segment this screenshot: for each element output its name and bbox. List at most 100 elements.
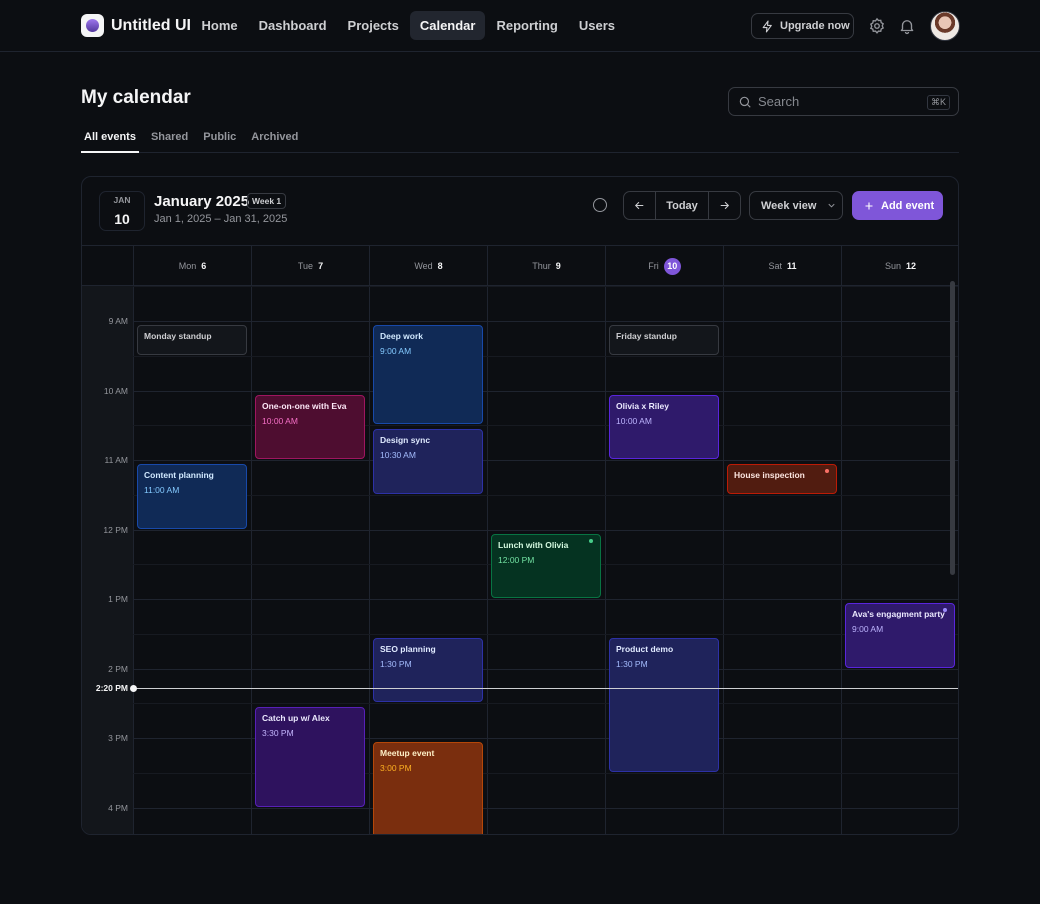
day-header-fri[interactable]: Fri 10 [605,246,723,286]
nav-link-reporting[interactable]: Reporting [487,11,567,40]
add-event-label: Add event [881,199,935,212]
search-input[interactable]: Search ⌘K [728,87,959,116]
event-time: 12:00 PM [498,554,535,565]
nav-link-calendar[interactable]: Calendar [410,11,485,40]
tab-shared[interactable]: Shared [148,124,191,153]
event-time: 1:30 PM [616,658,648,669]
nav-link-home[interactable]: Home [192,11,247,40]
calendar-event[interactable]: House inspection [727,464,837,494]
tab-public[interactable]: Public [200,124,239,153]
day-name: Thur [532,261,551,271]
event-title: Product demo [616,643,674,654]
nav-link-projects[interactable]: Projects [338,11,408,40]
event-time: 3:30 PM [262,728,294,739]
day-header-sun[interactable]: Sun 12 [841,246,958,286]
plus-icon [865,202,873,209]
calendar-event[interactable]: Design sync 10:30 AM [373,429,483,494]
top-nav: Untitled UI Home Dashboard Projects Calenda… [0,0,1040,52]
notification-bell-icon[interactable] [898,17,916,35]
event-title: Deep work [380,331,423,341]
current-time-line [133,688,958,689]
calendar-event[interactable]: Lunch with Olivia 12:00 PM [491,533,601,598]
calendar-event[interactable]: SEO planning 1:30 PM [373,637,483,703]
time-label: 2 PM [108,663,128,674]
time-label: 4 PM [108,802,128,813]
page-title: My calendar [81,87,191,108]
grid-row-divider [133,807,958,809]
day-header-row: Mon 6 Tue 7 Wed 8 Thur 9 Fri 10 Sat 11 Sun 12 [82,245,958,286]
settings-gear-icon[interactable] [868,17,886,35]
grid-column-divider [487,286,488,834]
week-badge: Week 1 [247,193,287,209]
date-range: Jan 1, 2025 – Jan 31, 2025 [154,213,288,225]
day-number: 8 [437,261,443,271]
day-header-sat[interactable]: Sat 11 [723,246,841,286]
day-number: 9 [555,261,561,271]
current-time-label: 2:20 PM [95,683,128,693]
grid-row-divider [133,599,958,600]
week-view-dropdown[interactable]: Week view [749,191,843,220]
day-header-wed[interactable]: Wed 8 [369,246,487,286]
day-name: Fri [648,261,659,271]
calendar-event[interactable]: Monday standup [137,325,247,355]
day-header-tue[interactable]: Tue 7 [251,246,369,286]
grid-row-divider [133,355,958,357]
event-title: Meetup event [380,748,435,758]
event-status-dot [589,538,593,543]
day-number: 11 [787,261,797,271]
day-number: 10 [663,257,681,275]
tab-all-events[interactable]: All events [81,124,139,153]
arrow-left-icon [634,201,644,210]
circle-icon[interactable] [593,198,607,212]
calendar-event[interactable]: Catch up w/ Alex 3:30 PM [255,707,365,807]
day-header-mon[interactable]: Mon 6 [133,246,251,286]
prev-week-button[interactable] [624,192,655,219]
calendar-event[interactable]: Olivia x Riley 10:00 AM [609,394,719,459]
event-time: 9:00 AM [852,624,884,634]
date-badge-month: JAN [113,195,131,205]
upgrade-button[interactable]: Upgrade now [751,13,854,39]
add-event-button[interactable]: Add event [852,191,943,220]
chevron-down-icon [828,203,836,208]
next-week-button[interactable] [709,192,740,219]
event-time: 10:30 AM [380,450,416,461]
day-header-thur[interactable]: Thur 9 [487,246,605,286]
calendar-card: JAN 10 January 2025 Week 1 Jan 1, 2025 –… [81,176,959,835]
event-time: 3:00 PM [380,763,412,773]
calendar-event[interactable]: Deep work 9:00 AM [373,325,483,425]
day-name: Sat [768,261,782,271]
day-name: Wed [414,261,433,271]
calendar-event[interactable]: Meetup event 3:00 PM [373,742,483,834]
arrow-right-icon [720,201,730,210]
event-title: House inspection [734,470,805,480]
grid-row-divider [133,286,958,288]
calendar-event[interactable]: Ava's engagment party 9:00 AM [845,603,955,668]
nav-link-dashboard[interactable]: Dashboard [249,11,336,40]
today-button[interactable]: Today [655,192,709,219]
event-title: Design sync [380,435,431,446]
day-name: Mon [178,261,197,271]
logo[interactable]: Untitled UI [81,14,191,37]
user-avatar[interactable] [930,11,960,41]
grid-row-divider [133,703,958,705]
scrollbar[interactable] [950,281,955,575]
event-title: Catch up w/ Alex [262,713,330,724]
calendar-event[interactable]: Friday standup [609,325,719,355]
calendar-event[interactable]: Product demo 1:30 PM [609,637,719,772]
grid-row-divider [133,390,958,392]
calendar-event[interactable]: One-on-one with Eva 10:00 AM [255,394,365,459]
time-label: 12 PM [103,524,128,535]
day-number: 6 [201,261,207,271]
event-time: 10:00 AM [616,415,652,426]
lightning-icon [762,20,772,32]
event-time: 9:00 AM [380,346,412,356]
calendar-event[interactable]: Content planning 11:00 AM [137,464,247,529]
event-title: One-on-one with Eva [262,400,347,411]
grid-column-divider [251,286,252,834]
event-title: Olivia x Riley [616,400,669,411]
search-shortcut: ⌘K [926,95,950,110]
tab-archived[interactable]: Archived [248,124,301,153]
upgrade-label: Upgrade now [780,20,850,32]
nav-link-users[interactable]: Users [569,11,624,40]
logo-icon [81,14,104,37]
